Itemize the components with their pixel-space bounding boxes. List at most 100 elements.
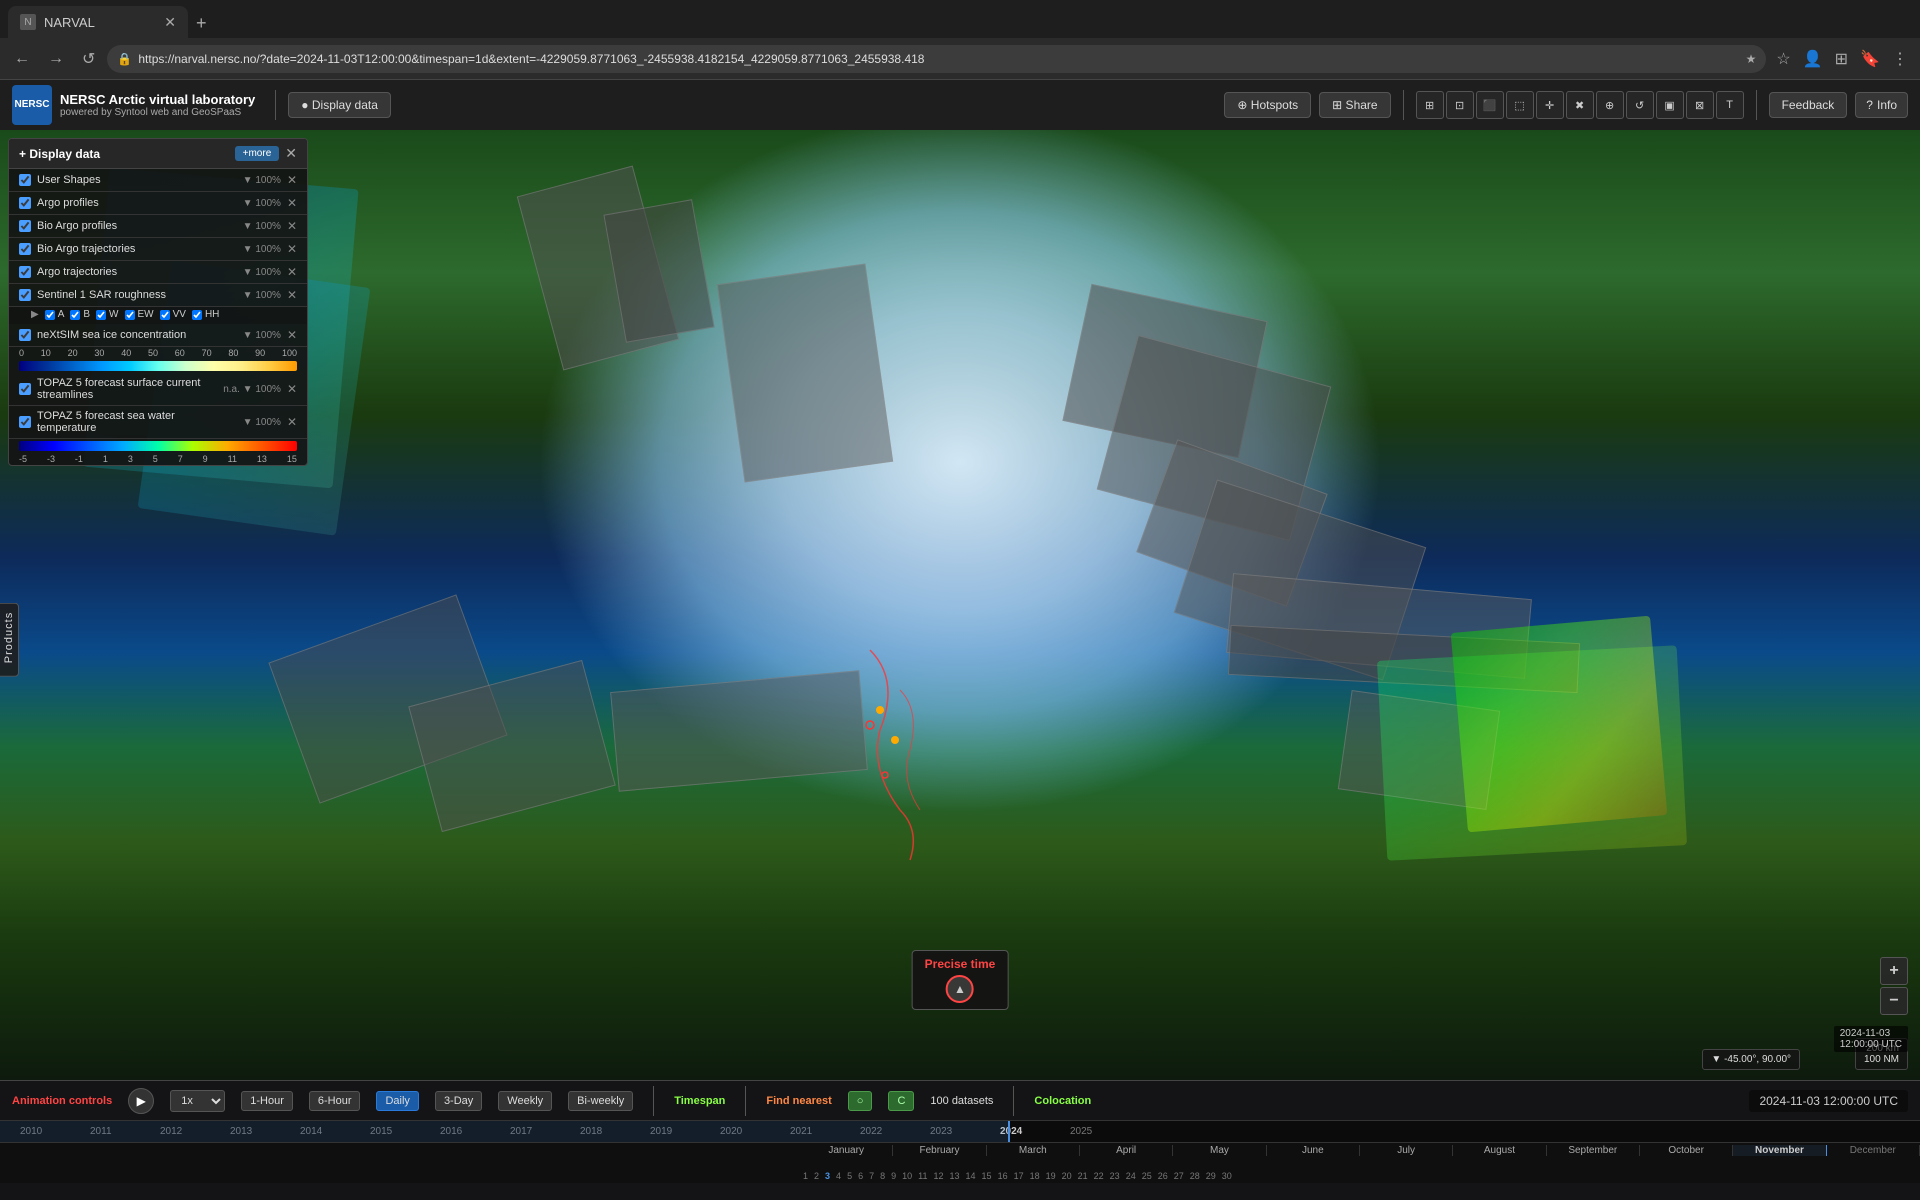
sar-opt-vv-cb[interactable] <box>160 310 170 320</box>
map-ctrl-4[interactable]: ⬚ <box>1506 91 1534 119</box>
map-ctrl-6[interactable]: ✖ <box>1566 91 1594 119</box>
layer-sar: Sentinel 1 SAR roughness ▼ 100% ✕ <box>9 284 307 307</box>
tab-title: NARVAL <box>44 15 95 30</box>
layer-bio-argo-profiles-remove[interactable]: ✕ <box>287 219 297 233</box>
sar-opt-hh[interactable]: HH <box>192 309 219 320</box>
layer-argo-profiles-checkbox[interactable] <box>19 197 31 209</box>
find-nearest-label: Find nearest <box>766 1095 831 1107</box>
time-btn-3day[interactable]: 3-Day <box>435 1091 482 1111</box>
nersc-title: NERSC Arctic virtual laboratory powered … <box>60 92 255 118</box>
map-ctrl-11[interactable]: T <box>1716 91 1744 119</box>
browser-chrome: N NARVAL ✕ + ← → ↺ 🔒 https://narval.ners… <box>0 0 1920 80</box>
month-may: May <box>1173 1145 1266 1156</box>
info-btn[interactable]: ? Info <box>1855 92 1908 118</box>
layer-bio-argo-profiles-checkbox[interactable] <box>19 220 31 232</box>
find-nearest-circle-btn[interactable]: ○ <box>848 1091 873 1111</box>
layer-bio-argo-profiles-opacity: ▼ 100% <box>243 221 281 232</box>
scale-label-nm: 100 NM <box>1864 1054 1899 1065</box>
sar-chevron[interactable]: ▶ <box>31 309 39 320</box>
divider-timespan <box>745 1086 746 1116</box>
new-tab-btn[interactable]: + <box>188 13 215 34</box>
layer-sar-remove[interactable]: ✕ <box>287 288 297 302</box>
hotspot-marker-2 <box>891 736 899 744</box>
map-ctrl-10[interactable]: ⊠ <box>1686 91 1714 119</box>
products-sidebar[interactable]: Products <box>0 603 19 677</box>
layer-topaz-streamlines-remove[interactable]: ✕ <box>287 382 297 396</box>
sar-opt-a-cb[interactable] <box>45 310 55 320</box>
map-ctrl-1[interactable]: ⊞ <box>1416 91 1444 119</box>
layer-bio-argo-profiles-label: Bio Argo profiles <box>37 220 237 232</box>
map-ctrl-8[interactable]: ↺ <box>1626 91 1654 119</box>
panel-more-btn[interactable]: +more <box>235 146 280 161</box>
day-16: 16 <box>995 1171 1011 1181</box>
tab-close-btn[interactable]: ✕ <box>164 14 176 31</box>
reload-btn[interactable]: ↺ <box>76 45 101 73</box>
address-bar[interactable]: 🔒 https://narval.nersc.no/?date=2024-11-… <box>107 45 1766 73</box>
time-btn-1hour[interactable]: 1-Hour <box>241 1091 293 1111</box>
time-btn-daily[interactable]: Daily <box>376 1091 418 1111</box>
share-btn[interactable]: ⊞ Share <box>1319 92 1390 118</box>
find-nearest-search-btn[interactable]: C <box>888 1091 914 1111</box>
map-ctrl-9[interactable]: ▣ <box>1656 91 1684 119</box>
layer-topaz-temp-checkbox[interactable] <box>19 416 31 428</box>
sar-opt-w[interactable]: W <box>96 309 118 320</box>
sar-opt-vv[interactable]: VV <box>160 309 186 320</box>
forward-btn[interactable]: → <box>42 46 70 72</box>
sar-opt-hh-cb[interactable] <box>192 310 202 320</box>
nav-icon-1[interactable]: ☆ <box>1772 45 1794 73</box>
nav-icon-4[interactable]: 🔖 <box>1856 45 1884 73</box>
datasets-count: 100 datasets <box>930 1095 993 1107</box>
sar-opt-b[interactable]: B <box>70 309 90 320</box>
layer-argo-profiles-opacity: ▼ 100% <box>243 198 281 209</box>
day-18: 18 <box>1027 1171 1043 1181</box>
time-btn-6hour[interactable]: 6-Hour <box>309 1091 361 1111</box>
layer-bio-argo-traj-remove[interactable]: ✕ <box>287 242 297 256</box>
sar-opt-a[interactable]: A <box>45 309 65 320</box>
zoom-in-btn[interactable]: + <box>1880 957 1908 985</box>
layer-topaz-temp-remove[interactable]: ✕ <box>287 415 297 429</box>
month-july: July <box>1360 1145 1453 1156</box>
zoom-out-btn[interactable]: − <box>1880 987 1908 1015</box>
map-date: 2024-11-03 <box>1840 1028 1902 1039</box>
speed-select[interactable]: 1x 0.5x 2x 4x <box>170 1090 225 1112</box>
year-2025: 2025 <box>1070 1126 1092 1137</box>
display-data-btn[interactable]: ● Display data <box>288 92 391 118</box>
layer-user-shapes-label: User Shapes <box>37 174 237 186</box>
time-btn-weekly[interactable]: Weekly <box>498 1091 552 1111</box>
layer-argo-profiles-remove[interactable]: ✕ <box>287 196 297 210</box>
feedback-btn[interactable]: Feedback <box>1769 92 1848 118</box>
play-btn[interactable]: ▶ <box>128 1088 154 1114</box>
sar-opt-ew-cb[interactable] <box>125 310 135 320</box>
panel-close-btn[interactable]: ✕ <box>285 145 297 162</box>
day-26: 26 <box>1155 1171 1171 1181</box>
nav-icon-5[interactable]: ⋮ <box>1888 45 1912 73</box>
layer-argo-traj-checkbox[interactable] <box>19 266 31 278</box>
back-btn[interactable]: ← <box>8 46 36 72</box>
nav-icon-2[interactable]: 👤 <box>1799 45 1827 73</box>
nav-icon-3[interactable]: ⊞ <box>1831 45 1852 73</box>
layer-user-shapes-checkbox[interactable] <box>19 174 31 186</box>
map-ctrl-2[interactable]: ⊡ <box>1446 91 1474 119</box>
layer-argo-traj-remove[interactable]: ✕ <box>287 265 297 279</box>
layer-user-shapes-remove[interactable]: ✕ <box>287 173 297 187</box>
precise-time-arrow-btn[interactable]: ▲ <box>946 975 974 1003</box>
sar-opt-b-cb[interactable] <box>70 310 80 320</box>
layer-nextsim-remove[interactable]: ✕ <box>287 328 297 342</box>
map-ctrl-7[interactable]: ⊕ <box>1596 91 1624 119</box>
sar-opt-ew[interactable]: EW <box>125 309 154 320</box>
map-ctrl-5[interactable]: ✛ <box>1536 91 1564 119</box>
layer-nextsim-checkbox[interactable] <box>19 329 31 341</box>
sar-opt-w-cb[interactable] <box>96 310 106 320</box>
map-ctrl-3[interactable]: ⬛ <box>1476 91 1504 119</box>
layer-topaz-streamlines-checkbox[interactable] <box>19 383 31 395</box>
logo-box: NERSC <box>12 85 52 125</box>
layer-bio-argo-traj-checkbox[interactable] <box>19 243 31 255</box>
months-days-timeline[interactable]: January February March April May June Ju… <box>0 1143 1920 1183</box>
month-march: March <box>987 1145 1080 1156</box>
hotspots-btn[interactable]: ⊕ Hotspots <box>1224 92 1311 118</box>
active-tab[interactable]: N NARVAL ✕ <box>8 6 188 38</box>
years-timeline[interactable]: 2010 2011 2012 2013 2014 2015 2016 2017 … <box>0 1121 1920 1143</box>
time-btn-biweekly[interactable]: Bi-weekly <box>568 1091 633 1111</box>
layer-sar-checkbox[interactable] <box>19 289 31 301</box>
nersc-logo: NERSC NERSC Arctic virtual laboratory po… <box>12 85 255 125</box>
